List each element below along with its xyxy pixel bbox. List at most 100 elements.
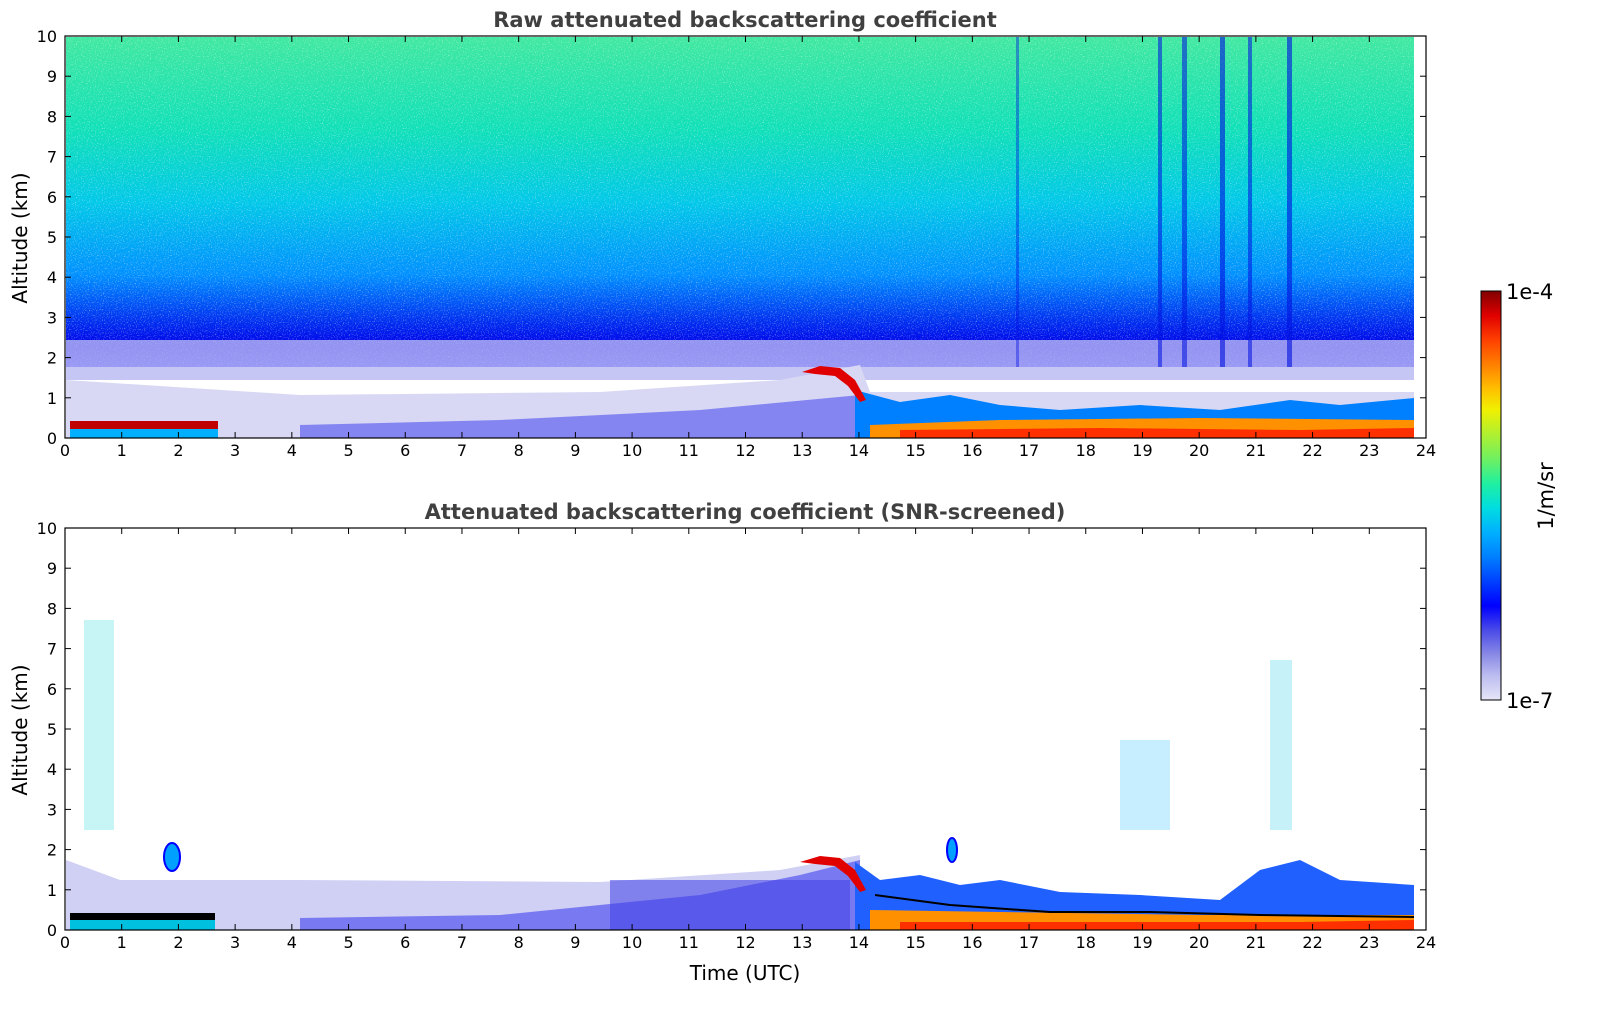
y-tick-label: 3	[47, 800, 57, 819]
colorbar-max-label: 1e-4	[1506, 280, 1553, 304]
x-tick-label: 16	[962, 441, 982, 460]
colorbar-min-label: 1e-7	[1506, 689, 1553, 713]
x-tick-label: 21	[1246, 933, 1266, 952]
colorbar-gradient	[1480, 290, 1502, 701]
x-tick-label: 5	[343, 933, 353, 952]
x-tick-label: 5	[343, 441, 353, 460]
x-tick-label: 7	[457, 933, 467, 952]
y-axis-label: Altitude (km)	[8, 664, 32, 795]
x-tick-label: 1	[117, 441, 127, 460]
streak	[1182, 37, 1187, 367]
y-tick-label: 1	[47, 881, 57, 900]
snr-screened-panel: Attenuated backscattering coefficient (S…	[8, 500, 1436, 985]
x-tick-label: 20	[1189, 441, 1209, 460]
y-tick-label: 6	[47, 188, 57, 207]
y-tick-label: 0	[47, 429, 57, 448]
y-tick-label: 8	[47, 599, 57, 618]
x-tick-label: 14	[849, 933, 869, 952]
transition-layer	[66, 340, 1414, 380]
y-tick-label: 3	[47, 308, 57, 327]
sparse-feature	[1270, 660, 1292, 830]
x-tick-label: 20	[1189, 933, 1209, 952]
x-tick-label: 23	[1359, 441, 1379, 460]
x-tick-label: 3	[230, 441, 240, 460]
x-tick-label: 18	[1076, 933, 1096, 952]
y-tick-label: 2	[47, 349, 57, 368]
noise-texture	[66, 37, 1414, 367]
cloud-blob	[163, 842, 181, 872]
streak	[1248, 37, 1252, 367]
x-tick-label: 6	[400, 441, 410, 460]
sparse-feature	[84, 620, 114, 830]
y-tick-label: 0	[47, 921, 57, 940]
snr-screened-heatmap	[66, 620, 1415, 930]
x-tick-label: 18	[1076, 441, 1096, 460]
x-tick-label: 7	[457, 441, 467, 460]
morning-layer-glow	[70, 429, 218, 438]
y-tick-label: 10	[37, 519, 57, 538]
x-tick-label: 10	[622, 933, 642, 952]
x-tick-label: 24	[1416, 933, 1436, 952]
x-tick-label: 10	[622, 441, 642, 460]
x-tick-label: 21	[1246, 441, 1266, 460]
y-tick-label: 6	[47, 680, 57, 699]
x-tick-label: 6	[400, 933, 410, 952]
y-tick-label: 1	[47, 389, 57, 408]
x-tick-label: 9	[570, 441, 580, 460]
sparse-feature	[1120, 740, 1170, 830]
x-tick-label: 2	[173, 933, 183, 952]
morning-layer-glow	[70, 920, 215, 930]
x-tick-label: 4	[287, 441, 297, 460]
y-tick-label: 10	[37, 27, 57, 46]
raw-backscatter-panel: Raw attenuated backscattering coefficien…	[8, 8, 1436, 460]
x-tick-label: 13	[792, 933, 812, 952]
x-tick-label: 17	[1019, 441, 1039, 460]
panel-title-snr: Attenuated backscattering coefficient (S…	[425, 500, 1066, 524]
x-tick-label: 13	[792, 441, 812, 460]
figure: Raw attenuated backscattering coefficien…	[8, 8, 1558, 985]
y-tick-label: 7	[47, 148, 57, 167]
y-tick-label: 9	[47, 67, 57, 86]
y-axis-label: Altitude (km)	[8, 172, 32, 303]
plot-frame	[64, 527, 1427, 931]
streak	[1220, 37, 1225, 367]
y-tick-label: 9	[47, 559, 57, 578]
x-tick-label: 12	[735, 441, 755, 460]
y-tick-label: 4	[47, 268, 57, 287]
morning-layer	[70, 421, 218, 429]
x-tick-label: 23	[1359, 933, 1379, 952]
dense-patch	[610, 880, 850, 930]
streak	[1158, 37, 1162, 367]
x-tick-label: 24	[1416, 441, 1436, 460]
x-tick-label: 8	[514, 441, 524, 460]
x-tick-label: 19	[1132, 933, 1152, 952]
x-tick-label: 4	[287, 933, 297, 952]
x-tick-label: 15	[905, 933, 925, 952]
x-tick-label: 1	[117, 933, 127, 952]
x-axis-label: Time (UTC)	[689, 961, 801, 985]
x-tick-label: 12	[735, 933, 755, 952]
x-tick-label: 0	[60, 441, 70, 460]
x-tick-label: 8	[514, 933, 524, 952]
y-tick-label: 8	[47, 107, 57, 126]
x-tick-label: 2	[173, 441, 183, 460]
x-tick-label: 0	[60, 933, 70, 952]
x-tick-label: 9	[570, 933, 580, 952]
streak	[1287, 37, 1292, 367]
morning-layer	[70, 913, 215, 920]
y-tick-label: 5	[47, 228, 57, 247]
x-tick-label: 3	[230, 933, 240, 952]
y-tick-label: 5	[47, 720, 57, 739]
panel-title-raw: Raw attenuated backscattering coefficien…	[493, 8, 997, 32]
colorbar: 1e-4 1e-7 1/m/sr	[1480, 280, 1558, 713]
x-tick-label: 22	[1302, 933, 1322, 952]
colorbar-unit-label: 1/m/sr	[1534, 462, 1558, 530]
x-tick-label: 19	[1132, 441, 1152, 460]
raw-backscatter-heatmap	[66, 37, 1414, 438]
y-tick-label: 7	[47, 640, 57, 659]
y-tick-label: 2	[47, 841, 57, 860]
x-tick-label: 11	[679, 441, 699, 460]
y-tick-label: 4	[47, 760, 57, 779]
cloud-blob	[946, 837, 958, 863]
x-tick-label: 22	[1302, 441, 1322, 460]
